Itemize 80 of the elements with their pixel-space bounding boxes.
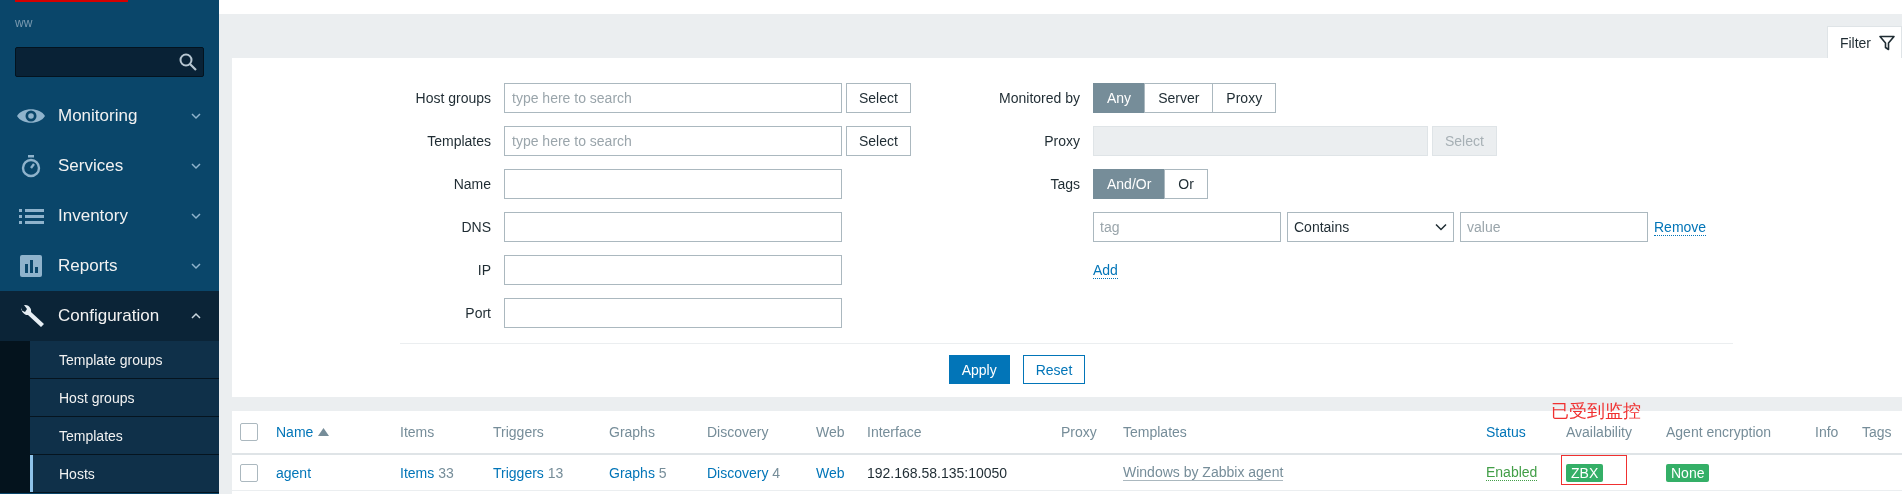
brand-text: ww bbox=[14, 15, 34, 32]
input-field[interactable] bbox=[504, 169, 842, 199]
filter-tab[interactable]: Filter bbox=[1826, 26, 1902, 58]
submenu-item[interactable]: Templates bbox=[30, 417, 219, 455]
submenu-item[interactable]: Template groups bbox=[30, 341, 219, 379]
count-text: 33 bbox=[438, 464, 454, 481]
table-link[interactable]: Items bbox=[400, 464, 435, 481]
count-text: 4 bbox=[772, 464, 781, 481]
table-cell: 192.168.58.135:10050 bbox=[867, 464, 1008, 481]
field-label: Tags bbox=[1049, 176, 1081, 192]
submenu-item[interactable]: Host groups bbox=[30, 379, 219, 417]
table-link[interactable]: Web bbox=[816, 464, 845, 481]
table-link[interactable]: Graphs bbox=[609, 464, 655, 481]
count-text: 13 bbox=[547, 464, 564, 481]
field-label: Templates bbox=[426, 133, 492, 149]
submenu-item[interactable]: Hosts bbox=[30, 455, 219, 493]
column-header[interactable]: Name bbox=[276, 424, 330, 440]
field-label: Port bbox=[464, 305, 492, 321]
column-header: Interface bbox=[867, 411, 1061, 455]
table-link[interactable]: Triggers bbox=[493, 464, 544, 481]
annotation-text: 已受到监控 bbox=[1551, 399, 1641, 423]
input-field[interactable] bbox=[504, 212, 842, 242]
input-field[interactable] bbox=[504, 255, 842, 285]
remove-link[interactable]: Remove bbox=[1654, 218, 1707, 236]
column-header: Web bbox=[816, 411, 867, 455]
status-badge: None bbox=[1666, 463, 1710, 482]
segment-button[interactable]: And/Or bbox=[1093, 169, 1166, 199]
field-label: DNS bbox=[460, 219, 492, 235]
search-field[interactable] bbox=[15, 47, 204, 77]
column-header: Graphs bbox=[609, 411, 707, 455]
column-header: Discovery bbox=[707, 411, 816, 455]
apply-button[interactable]: Apply bbox=[948, 355, 1010, 384]
chevron-down-icon bbox=[191, 212, 201, 220]
field-label: IP bbox=[476, 262, 492, 278]
input-field[interactable]: type here to search bbox=[504, 83, 842, 113]
funnel-icon bbox=[1879, 34, 1895, 51]
search-icon bbox=[179, 53, 197, 71]
column-header: Agent encryption bbox=[1666, 411, 1815, 455]
column-header: Triggers bbox=[493, 411, 609, 455]
chevron-up-icon bbox=[191, 312, 201, 320]
field-label: Host groups bbox=[414, 90, 492, 106]
template-link[interactable]: Windows by Zabbix agent bbox=[1123, 464, 1284, 481]
status-badge: ZBX bbox=[1566, 463, 1604, 482]
reset-button[interactable]: Reset bbox=[1022, 355, 1086, 384]
segment-button[interactable]: Proxy bbox=[1212, 83, 1277, 113]
column-header: Templates bbox=[1123, 411, 1486, 455]
table-link[interactable]: agent bbox=[276, 464, 312, 481]
column-header: Info bbox=[1815, 411, 1862, 455]
chevron-down-icon bbox=[191, 162, 201, 170]
count-text: 5 bbox=[658, 464, 667, 481]
value-field[interactable]: value bbox=[1460, 212, 1648, 242]
select-button[interactable]: Select bbox=[846, 83, 911, 113]
table-link[interactable]: Discovery bbox=[707, 464, 769, 481]
chevron-down-icon bbox=[191, 262, 201, 270]
field-label: Monitored by bbox=[998, 90, 1081, 106]
column-header: Tags bbox=[1862, 411, 1902, 455]
select-all-checkbox[interactable] bbox=[240, 423, 258, 441]
add-link[interactable]: Add bbox=[1093, 261, 1118, 279]
menu-item[interactable]: Configuration bbox=[0, 291, 219, 341]
menu-item[interactable]: Monitoring bbox=[0, 91, 219, 141]
segment-button[interactable]: Or bbox=[1164, 169, 1208, 199]
column-header[interactable]: Status bbox=[1486, 424, 1526, 440]
menu-item[interactable]: Services bbox=[0, 141, 219, 191]
operator-dropdown[interactable]: Contains bbox=[1287, 212, 1454, 242]
field-label: Proxy bbox=[1043, 133, 1081, 149]
input-field[interactable]: type here to search bbox=[504, 126, 842, 156]
tag-field[interactable]: tag bbox=[1093, 212, 1281, 242]
status-link[interactable]: Enabled bbox=[1486, 464, 1538, 481]
column-header: Items bbox=[400, 411, 493, 455]
row-checkbox[interactable] bbox=[240, 463, 258, 482]
segment-button[interactable]: Any bbox=[1093, 83, 1146, 113]
input-field[interactable] bbox=[504, 298, 842, 328]
column-header: Proxy bbox=[1061, 411, 1123, 455]
field-label: Name bbox=[452, 176, 492, 192]
segment-button[interactable]: Server bbox=[1144, 83, 1214, 113]
caret-icon bbox=[1435, 223, 1447, 231]
menu-item[interactable]: Reports bbox=[0, 241, 219, 291]
menu-item[interactable]: Inventory bbox=[0, 191, 219, 241]
select-button[interactable]: Select bbox=[846, 126, 911, 156]
chevron-down-icon bbox=[191, 112, 201, 120]
